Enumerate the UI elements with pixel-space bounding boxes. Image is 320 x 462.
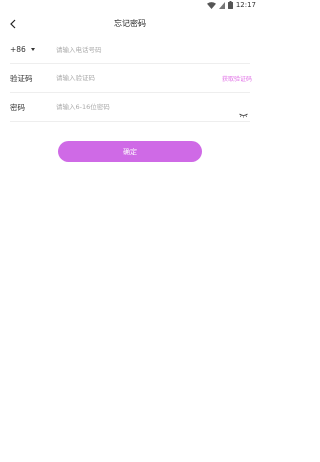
- battery-icon: [227, 1, 233, 9]
- signal-icon: [218, 1, 225, 9]
- confirm-button[interactable]: 确定: [58, 141, 202, 162]
- password-input[interactable]: [56, 103, 206, 111]
- code-label: 验证码: [10, 73, 33, 83]
- status-icons: 12:17: [206, 1, 256, 9]
- eye-closed-icon[interactable]: [239, 103, 248, 122]
- wifi-icon: [206, 1, 216, 9]
- code-row: 验证码 获取验证码: [10, 64, 252, 93]
- password-row: 密码: [10, 93, 250, 122]
- nav-bar: 忘记密码: [0, 12, 260, 34]
- password-label: 密码: [10, 102, 25, 112]
- get-code-button[interactable]: 获取验证码: [222, 74, 252, 83]
- status-bar: 12:17: [0, 0, 260, 12]
- country-code: +86: [10, 45, 26, 54]
- code-input[interactable]: [56, 74, 206, 82]
- phone-input[interactable]: [56, 45, 206, 54]
- forgot-password-form: +86 验证码 获取验证码 密码: [10, 36, 252, 122]
- page-title: 忘记密码: [114, 19, 146, 28]
- phone-row: +86: [10, 36, 250, 64]
- country-code-select[interactable]: +86: [10, 45, 56, 54]
- caret-down-icon: [30, 48, 35, 51]
- status-time: 12:17: [235, 1, 256, 9]
